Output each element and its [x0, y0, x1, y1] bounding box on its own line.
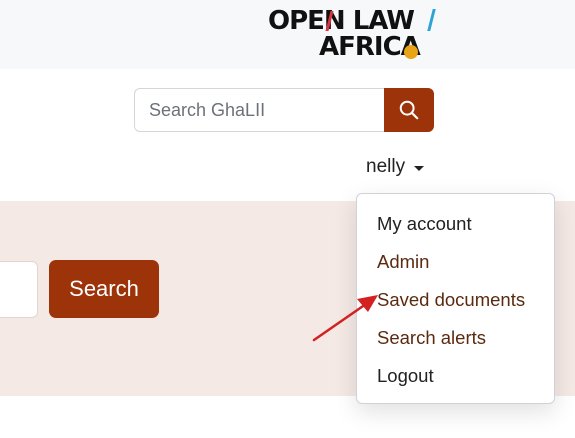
- username: nelly: [366, 156, 406, 177]
- user-menu-toggle[interactable]: nelly: [366, 155, 425, 179]
- logo-accent-blue: [427, 9, 436, 31]
- search-button[interactable]: [384, 88, 434, 132]
- header-search: [134, 88, 434, 132]
- menu-item-search-alerts[interactable]: Search alerts: [377, 326, 486, 350]
- hero-search-button[interactable]: Search: [49, 260, 159, 318]
- logo-line1: OPEN LAW: [268, 6, 415, 36]
- open-law-africa-logo[interactable]: OPEN LAW AFRICA: [268, 7, 438, 63]
- logo-sun-icon: [404, 45, 418, 59]
- search-input[interactable]: [134, 88, 384, 132]
- menu-item-admin[interactable]: Admin: [377, 250, 429, 274]
- user-dropdown-menu: My account Admin Saved documents Search …: [356, 193, 555, 404]
- menu-item-logout[interactable]: Logout: [377, 364, 434, 388]
- caret-down-icon: [414, 165, 425, 171]
- menu-item-saved-documents[interactable]: Saved documents: [377, 288, 525, 312]
- top-bar: OPEN LAW AFRICA: [0, 0, 575, 69]
- search-icon: [399, 100, 419, 120]
- hero-search-input[interactable]: [0, 261, 38, 318]
- menu-item-my-account[interactable]: My account: [377, 212, 472, 236]
